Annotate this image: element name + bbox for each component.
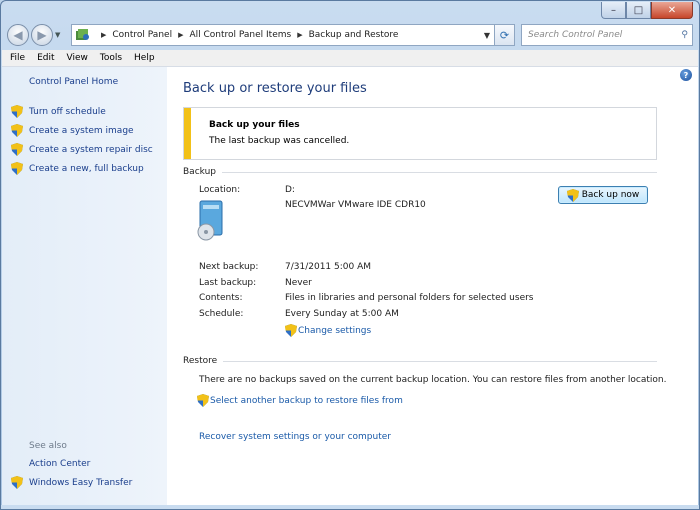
backup-status-notice: Back up your files The last backup was c…	[183, 107, 657, 160]
contents-label: Contents:	[199, 293, 243, 303]
menu-bar: File Edit View Tools Help	[2, 50, 698, 67]
menu-edit[interactable]: Edit	[37, 53, 54, 63]
section-divider	[222, 171, 657, 173]
last-backup-value: Never	[285, 278, 312, 288]
restore-message: There are no backups saved on the curren…	[199, 375, 667, 385]
recover-system-link[interactable]: Recover system settings or your computer	[199, 432, 391, 442]
close-button[interactable]: ✕	[651, 2, 693, 19]
section-divider	[223, 360, 657, 362]
backup-section-title: Backup	[183, 167, 216, 177]
create-system-image-label: Create a system image	[29, 125, 134, 136]
action-center-link[interactable]: Action Center	[29, 459, 90, 469]
change-settings-label: Change settings	[298, 325, 372, 336]
uac-shield-icon	[566, 188, 579, 202]
uac-shield-icon	[11, 476, 23, 489]
backup-section-header: Backup	[183, 167, 657, 177]
contents-value: Files in libraries and personal folders …	[285, 293, 534, 303]
search-placeholder: Search Control Panel	[528, 30, 623, 40]
breadcrumb-separator-icon: ▶	[101, 31, 107, 39]
menu-file[interactable]: File	[10, 53, 25, 63]
page-title: Back up or restore your files	[183, 81, 367, 96]
turn-off-schedule-label: Turn off schedule	[29, 106, 106, 117]
refresh-button[interactable]: ⟳	[495, 24, 515, 46]
navigation-bar: ◀ ▶ ▼ ▶ Control Panel ▶ All Control Pane…	[7, 23, 693, 47]
see-also-heading: See also	[29, 441, 67, 451]
create-system-image-link[interactable]: Create a system image	[11, 124, 134, 137]
control-panel-home-link[interactable]: Control Panel Home	[29, 77, 118, 87]
notice-message: The last backup was cancelled.	[209, 136, 350, 146]
create-repair-disc-link[interactable]: Create a system repair disc	[11, 143, 153, 156]
next-backup-label: Next backup:	[199, 262, 259, 272]
select-another-backup-label: Select another backup to restore files f…	[210, 395, 403, 406]
notice-heading: Back up your files	[209, 120, 300, 130]
windows-easy-transfer-link[interactable]: Windows Easy Transfer	[11, 476, 132, 489]
menu-view[interactable]: View	[67, 53, 88, 63]
help-icon[interactable]: ?	[680, 69, 692, 81]
uac-shield-icon	[11, 124, 23, 137]
breadcrumb-all-items[interactable]: All Control Panel Items	[189, 30, 291, 40]
caption-buttons: – □ ✕	[601, 2, 693, 19]
schedule-label: Schedule:	[199, 309, 244, 319]
warning-bar	[184, 108, 191, 159]
forward-button[interactable]: ▶	[31, 24, 53, 46]
address-bar[interactable]: ▶ Control Panel ▶ All Control Panel Item…	[71, 24, 495, 46]
forward-arrow-icon: ▶	[37, 28, 47, 42]
back-button[interactable]: ◀	[7, 24, 29, 46]
menu-tools[interactable]: Tools	[100, 53, 122, 63]
back-up-now-label: Back up now	[581, 190, 640, 200]
change-settings-link[interactable]: Change settings	[285, 324, 371, 337]
next-backup-value: 7/31/2011 5:00 AM	[285, 262, 372, 272]
window-bottom-border	[1, 505, 699, 509]
breadcrumb-backup-restore[interactable]: Backup and Restore	[309, 30, 399, 40]
menu-help[interactable]: Help	[134, 53, 155, 63]
uac-shield-icon	[11, 143, 23, 156]
control-panel-icon	[76, 29, 89, 40]
task-pane: Control Panel Home Turn off schedule Cre…	[2, 67, 167, 505]
backup-device-name: NECVMWar VMware IDE CDR10	[285, 200, 426, 210]
back-arrow-icon: ◀	[13, 28, 23, 42]
breadcrumb-separator-icon: ▶	[178, 31, 184, 39]
create-full-backup-link[interactable]: Create a new, full backup	[11, 162, 144, 175]
backup-restore-window: – □ ✕ ◀ ▶ ▼ ▶ Control Panel ▶ All Contro…	[0, 0, 700, 510]
uac-shield-icon	[11, 105, 23, 118]
client-area: Control Panel Home Turn off schedule Cre…	[2, 67, 698, 505]
uac-shield-icon	[197, 394, 209, 407]
restore-section-header: Restore	[183, 356, 657, 366]
create-repair-disc-label: Create a system repair disc	[29, 144, 153, 155]
select-another-backup-link[interactable]: Select another backup to restore files f…	[197, 394, 403, 407]
create-full-backup-label: Create a new, full backup	[29, 163, 144, 174]
uac-shield-icon	[285, 324, 297, 337]
restore-section-title: Restore	[183, 356, 218, 366]
address-dropdown-icon[interactable]: ▼	[480, 31, 494, 40]
refresh-icon: ⟳	[499, 28, 510, 42]
recent-pages-dropdown[interactable]: ▼	[55, 31, 67, 39]
windows-easy-transfer-label: Windows Easy Transfer	[29, 477, 133, 488]
search-input[interactable]: Search Control Panel ⚲	[521, 24, 693, 46]
minimize-button[interactable]: –	[601, 2, 626, 19]
last-backup-label: Last backup:	[199, 278, 257, 288]
maximize-button[interactable]: □	[626, 2, 651, 19]
schedule-value: Every Sunday at 5:00 AM	[285, 309, 399, 319]
uac-shield-icon	[11, 162, 23, 175]
location-label: Location:	[199, 185, 241, 195]
search-icon[interactable]: ⚲	[681, 30, 688, 40]
backup-drive-icon	[197, 200, 223, 241]
breadcrumb-separator-icon: ▶	[297, 31, 303, 39]
turn-off-schedule-link[interactable]: Turn off schedule	[11, 105, 106, 118]
main-content: ? Back up or restore your files Back up …	[167, 67, 698, 505]
breadcrumb-control-panel[interactable]: Control Panel	[112, 30, 172, 40]
back-up-now-button[interactable]: Back up now	[558, 186, 648, 204]
location-value: D:	[285, 185, 295, 195]
